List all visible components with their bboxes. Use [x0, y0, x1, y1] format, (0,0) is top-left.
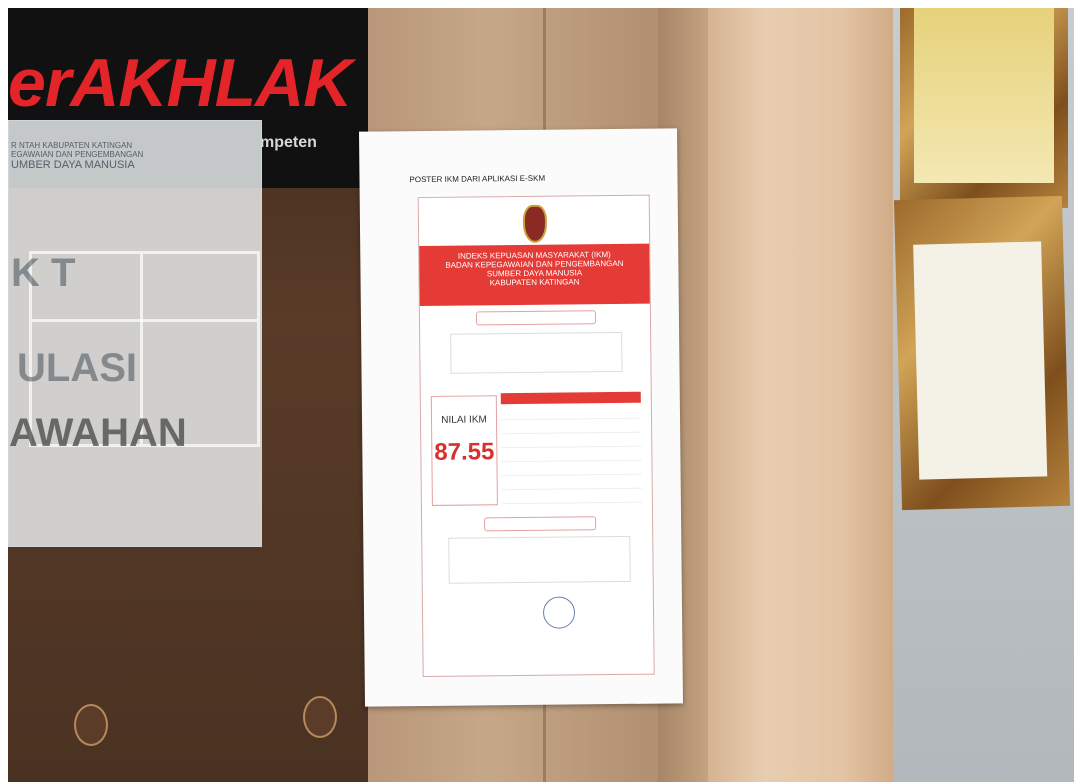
- table-row: [501, 487, 642, 491]
- table-row: [501, 417, 642, 421]
- poster-header: POSTER IKM DARI APLIKASI E-SKM: [409, 173, 546, 185]
- table-row: [501, 445, 642, 449]
- notice-header-lines: R NTAH KABUPATEN KATINGAN EGAWAIAN DAN P…: [11, 141, 171, 171]
- banner-sub-text: mpeten: [260, 134, 317, 151]
- notice-line: UMBER DAYA MANUSIA: [11, 159, 135, 171]
- door-hole: [303, 696, 337, 738]
- wood-pillar: [708, 8, 898, 782]
- service-table-header: [500, 391, 641, 405]
- notice-large-text: ULASI: [17, 346, 137, 390]
- score-box: NILAI IKM 87.55: [430, 395, 498, 506]
- notice-line: EGAWAIAN DAN PENGEMBANGAN: [11, 150, 144, 159]
- award-paper: [913, 241, 1048, 480]
- banner-brand-text: erAKHLAK: [8, 45, 352, 121]
- photo-scene: erAKHLAK mpeten R NTAH KABUPATEN KATINGA…: [8, 8, 1074, 782]
- notice-large-text: AWAHAN: [9, 411, 187, 455]
- poster-title-band: INDEKS KEPUASAN MASYARAKAT (IKM) BADAN K…: [419, 243, 650, 307]
- framed-certificate: [900, 8, 1068, 208]
- official-stamp-icon: [542, 596, 576, 629]
- table-row: [501, 473, 642, 477]
- poster-card: INDEKS KEPUASAN MASYARAKAT (IKM) BADAN K…: [417, 194, 655, 678]
- band-line: KABUPATEN KATINGAN: [489, 277, 580, 288]
- score-label: NILAI IKM: [441, 414, 487, 426]
- certificate-paper: [914, 8, 1054, 183]
- notice-line: R NTAH KABUPATEN KATINGAN: [11, 141, 133, 150]
- table-row: [501, 459, 642, 463]
- door-hole: [74, 704, 108, 746]
- quality-pill: [484, 516, 597, 532]
- translucent-notice: R NTAH KABUPATEN KATINGAN EGAWAIAN DAN P…: [8, 120, 262, 547]
- framed-award: [893, 195, 1071, 511]
- ikm-poster: POSTER IKM DARI APLIKASI E-SKM INDEKS KE…: [358, 128, 684, 707]
- respondent-box: [450, 331, 623, 374]
- table-row: [501, 431, 642, 435]
- notice-large-text: K T: [11, 251, 76, 295]
- period-pill: [475, 310, 597, 326]
- notes-box: [448, 535, 631, 584]
- score-value: 87.55: [434, 438, 495, 466]
- regency-emblem-icon: [522, 204, 548, 243]
- table-row: [501, 501, 642, 505]
